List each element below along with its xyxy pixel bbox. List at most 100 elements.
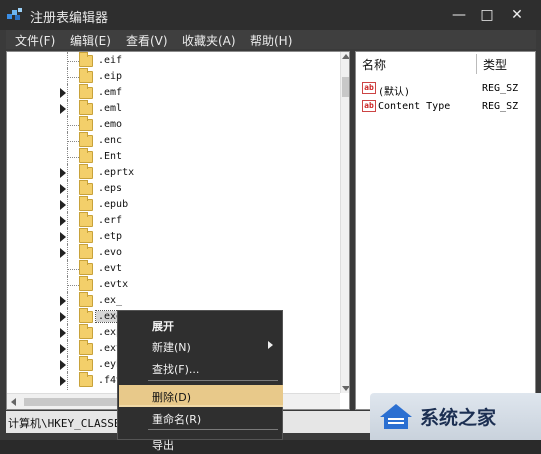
menu-separator — [148, 380, 278, 381]
close-button[interactable]: ✕ — [507, 6, 527, 24]
folder-icon — [79, 196, 93, 211]
highlight-edge — [119, 405, 283, 407]
tree-connector-line — [67, 157, 79, 158]
folder-icon — [79, 340, 93, 355]
folder-icon — [79, 292, 93, 307]
menu-file[interactable]: 文件(F) — [15, 32, 55, 49]
expand-arrow-icon[interactable] — [60, 232, 66, 242]
expand-arrow-icon[interactable] — [60, 296, 66, 306]
context-menu-item[interactable]: 查找(F)... — [119, 357, 283, 378]
tree-item-label: .evt — [98, 263, 123, 274]
expand-arrow-icon[interactable] — [60, 200, 66, 210]
registry-editor-app-icon — [7, 8, 22, 20]
scroll-left-arrow-icon[interactable] — [11, 398, 16, 406]
folder-icon — [79, 164, 93, 179]
menu-view[interactable]: 查看(V) — [126, 32, 168, 49]
expand-arrow-icon[interactable] — [60, 312, 66, 322]
tree-item[interactable]: .enc — [7, 132, 337, 150]
expand-arrow-icon[interactable] — [60, 376, 66, 386]
tree-item-label: .etp — [98, 231, 123, 242]
expand-arrow-icon[interactable] — [60, 248, 66, 258]
context-menu: 展开新建(N) 查找(F)... 删除(D) 重命名(R) 导出 — [117, 310, 283, 452]
column-header-type[interactable]: 类型 — [477, 52, 507, 74]
tree-item-label: .evtx — [98, 279, 129, 290]
folder-icon — [79, 100, 93, 115]
maximize-button[interactable]: □ — [477, 6, 497, 24]
tree-item[interactable]: .eip — [7, 68, 337, 86]
folder-icon — [79, 276, 93, 291]
tree-connector-line — [67, 285, 79, 286]
tree-item[interactable]: .evtx — [7, 276, 337, 294]
tree-item-label: .eps — [98, 183, 123, 194]
tree-item-label: .erf — [98, 215, 123, 226]
expand-arrow-icon[interactable] — [60, 104, 66, 114]
column-header-name[interactable]: 名称 — [356, 52, 386, 74]
folder-icon — [79, 84, 93, 99]
folder-icon — [79, 308, 93, 323]
expand-arrow-icon[interactable] — [60, 216, 66, 226]
expand-arrow-icon[interactable] — [60, 184, 66, 194]
scroll-up-arrow-icon[interactable] — [342, 54, 349, 59]
tree-item-label: .eprtx — [98, 167, 135, 178]
context-menu-item-label: 重命名(R) — [152, 413, 202, 426]
context-menu-item[interactable]: 删除(D) — [119, 385, 283, 405]
value-row[interactable]: ab Content Type REG_SZ — [356, 98, 535, 115]
title-bar[interactable]: 注册表编辑器 — □ ✕ — [0, 0, 541, 30]
tree-item[interactable]: .ex_ — [7, 292, 337, 310]
scroll-down-arrow-icon[interactable] — [342, 386, 349, 391]
tree-connector-line — [67, 269, 79, 270]
value-name: Content Type — [378, 101, 451, 112]
expand-arrow-icon[interactable] — [60, 344, 66, 354]
tree-item[interactable]: .eml — [7, 100, 337, 118]
folder-icon — [79, 212, 93, 227]
folder-icon — [79, 52, 93, 67]
tree-item[interactable]: .eif — [7, 52, 337, 70]
menu-help[interactable]: 帮助(H) — [250, 32, 292, 49]
menu-edit[interactable]: 编辑(E) — [70, 32, 111, 49]
submenu-arrow-icon — [268, 341, 273, 349]
menu-bar: 文件(F) 编辑(E) 查看(V) 收藏夹(A) 帮助(H) — [6, 30, 536, 49]
folder-icon — [79, 356, 93, 371]
value-type: REG_SZ — [482, 101, 519, 112]
tree-connector-line — [67, 77, 79, 78]
tree-item[interactable]: .evt — [7, 260, 337, 278]
value-row[interactable]: ab (默认) REG_SZ — [356, 80, 535, 98]
folder-icon — [79, 132, 93, 147]
menu-favorites[interactable]: 收藏夹(A) — [182, 32, 236, 49]
context-menu-item-label: 展开 — [152, 320, 174, 333]
tree-item[interactable]: .eprtx — [7, 164, 337, 182]
tree-item[interactable]: .Ent — [7, 148, 337, 166]
tree-item[interactable]: .etp — [7, 228, 337, 246]
tree-item[interactable]: .epub — [7, 196, 337, 214]
tree-item[interactable]: .evo — [7, 244, 337, 262]
scroll-thumb[interactable] — [342, 77, 349, 97]
minimize-button[interactable]: — — [449, 6, 469, 24]
folder-icon — [79, 148, 93, 163]
expand-arrow-icon[interactable] — [60, 360, 66, 370]
expand-arrow-icon[interactable] — [60, 328, 66, 338]
expand-arrow-icon[interactable] — [60, 168, 66, 178]
context-menu-item[interactable]: 重命名(R) — [119, 407, 283, 428]
tree-item[interactable]: .emo — [7, 116, 337, 134]
house-logo-icon — [380, 404, 412, 429]
tree-item[interactable]: .emf — [7, 84, 337, 102]
folder-icon — [79, 228, 93, 243]
expand-arrow-icon[interactable] — [60, 88, 66, 98]
tree-item[interactable]: .erf — [7, 212, 337, 230]
values-pane[interactable]: 名称 类型 ab (默认) REG_SZ ab Content Type REG_SZ — [355, 51, 536, 410]
horizontal-scroll-thumb[interactable] — [24, 398, 119, 406]
window-title: 注册表编辑器 — [30, 11, 109, 26]
tree-item-label: .eml — [98, 103, 123, 114]
tree-item[interactable]: .eps — [7, 180, 337, 198]
watermark: 系统之家 — [370, 393, 541, 440]
context-menu-item[interactable]: 展开 — [119, 314, 283, 335]
tree-connector-line — [67, 141, 79, 142]
tree-vertical-scrollbar[interactable] — [340, 52, 349, 393]
tree-item-label: .emf — [98, 87, 123, 98]
context-menu-item[interactable]: 新建(N) — [119, 335, 283, 356]
folder-icon — [79, 116, 93, 131]
folder-icon — [79, 180, 93, 195]
folder-icon — [79, 324, 93, 339]
value-name: (默认) — [378, 87, 411, 98]
context-menu-item[interactable]: 导出 — [119, 433, 283, 454]
